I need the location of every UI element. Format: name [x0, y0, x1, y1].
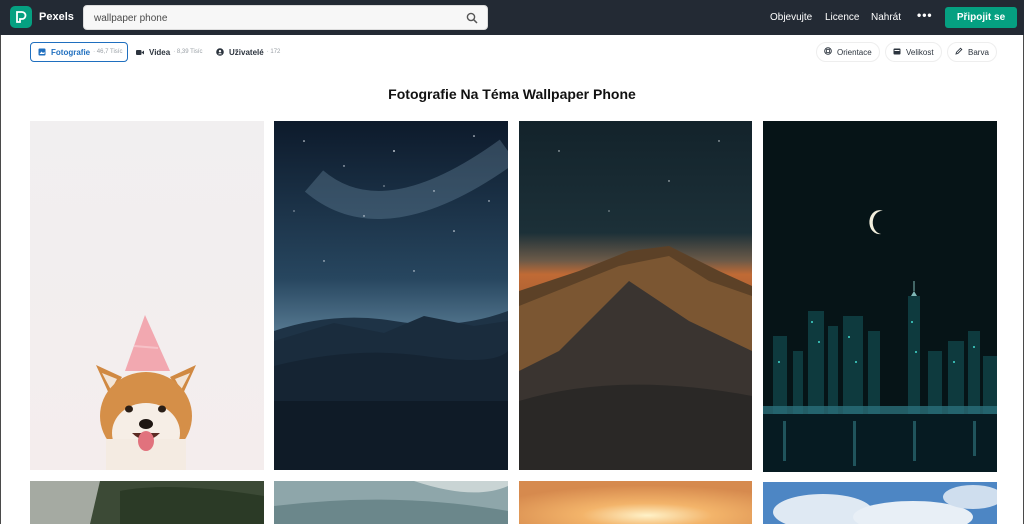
search-bar[interactable]: wallpaper phone [83, 5, 488, 30]
nav-explore[interactable]: Objevujte [770, 12, 812, 23]
photo-card[interactable] [274, 481, 508, 524]
photo-card[interactable] [274, 121, 508, 470]
join-button[interactable]: Připojit se [945, 7, 1017, 28]
photo-starry-mountains [274, 121, 508, 470]
tab-videos-count: · 8,39 Tisíc [173, 49, 203, 55]
photo-clouds [763, 482, 997, 524]
pen-icon [955, 47, 963, 55]
tab-videos[interactable]: Videa · 8,39 Tisíc [129, 42, 209, 62]
photo-card[interactable] [30, 481, 264, 524]
tab-photos[interactable]: Fotografie · 46,7 Tisíc [30, 42, 128, 62]
search-icon[interactable] [466, 12, 478, 24]
image-icon [38, 48, 46, 56]
photo-mist [274, 481, 508, 524]
brand-name[interactable]: Pexels [39, 11, 74, 23]
tab-photos-label: Fotografie [51, 47, 91, 57]
photo-card[interactable] [519, 481, 752, 524]
filter-orientation[interactable]: Orientace [816, 42, 880, 62]
photo-forest [30, 481, 264, 524]
photo-shiba-dog [30, 121, 264, 470]
tab-users-count: · 172 [266, 49, 281, 55]
tab-users[interactable]: Uživatelé · 172 [209, 42, 285, 62]
window-edge-left [0, 35, 1, 524]
orientation-icon [824, 47, 832, 55]
filter-color[interactable]: Barva [947, 42, 997, 62]
photo-city-skyline [763, 121, 997, 472]
photo-card[interactable] [763, 121, 997, 472]
photo-mountain-peak [519, 121, 752, 470]
nav-license[interactable]: Licence [825, 12, 859, 23]
user-icon [216, 48, 224, 56]
photo-card[interactable] [30, 121, 264, 470]
filter-size[interactable]: Velikost [885, 42, 942, 62]
photo-sunset [519, 481, 752, 524]
photo-card[interactable] [763, 482, 997, 524]
search-input[interactable]: wallpaper phone [94, 13, 167, 24]
top-navigation-bar: Pexels wallpaper phone Objevujte Licence… [0, 0, 1024, 35]
photo-card[interactable] [519, 121, 752, 470]
tab-users-label: Uživatelé [229, 47, 264, 57]
tab-videos-label: Videa [149, 47, 171, 57]
video-icon [136, 49, 144, 55]
filter-size-label: Velikost [906, 47, 934, 57]
logo-icon [16, 11, 27, 23]
more-menu-icon[interactable]: ••• [917, 8, 933, 22]
pexels-logo[interactable] [10, 6, 32, 28]
filter-orientation-label: Orientace [837, 47, 872, 57]
nav-upload[interactable]: Nahrát [871, 12, 901, 23]
page-title: Fotografie Na Téma Wallpaper Phone [388, 86, 636, 102]
size-icon [893, 48, 901, 54]
filter-color-label: Barva [968, 47, 989, 57]
tab-photos-count: · 46,7 Tisíc [93, 49, 123, 55]
